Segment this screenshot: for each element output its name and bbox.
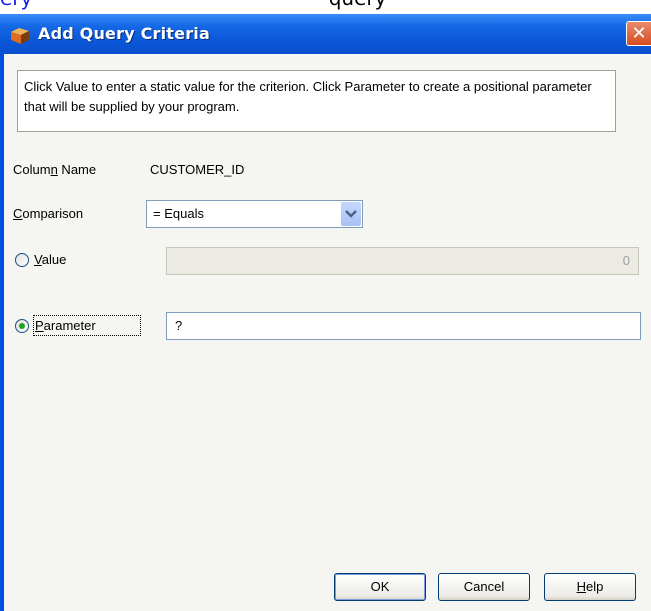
parameter-input-text: ? [175, 318, 183, 333]
value-radio[interactable] [15, 253, 29, 267]
background-link-text: ery [0, 0, 32, 10]
cancel-button[interactable]: Cancel [438, 573, 530, 601]
background-text: query [329, 0, 387, 10]
comparison-select[interactable]: = Equals [146, 200, 363, 228]
dialog-title: Add Query Criteria [38, 24, 210, 43]
parameter-radio-label[interactable]: Parameter [35, 318, 96, 333]
value-radio-label[interactable]: Value [34, 252, 66, 267]
app-cube-icon [9, 25, 31, 45]
column-name-label: Column Name [13, 162, 97, 177]
value-input[interactable]: 0 [166, 247, 639, 275]
parameter-input[interactable]: ? [166, 312, 641, 340]
parameter-radio[interactable] [15, 319, 29, 333]
column-name-value: CUSTOMER_ID [150, 162, 245, 177]
value-input-text: 0 [622, 253, 630, 268]
title-bar[interactable]: Add Query Criteria ✕ [0, 14, 651, 54]
comparison-selected-value: = Equals [153, 206, 204, 221]
background-window-text: ery query [0, 0, 386, 10]
chevron-down-icon[interactable] [341, 202, 361, 226]
close-button[interactable]: ✕ [626, 21, 651, 46]
description-text: Click Value to enter a static value for … [17, 70, 616, 132]
help-button[interactable]: Help [544, 573, 636, 601]
comparison-label: Comparison [13, 206, 84, 221]
ok-button[interactable]: OK [334, 573, 426, 601]
add-query-criteria-dialog: Add Query Criteria ✕ Click Value to ente… [0, 14, 651, 611]
dialog-body: Click Value to enter a static value for … [4, 54, 651, 611]
